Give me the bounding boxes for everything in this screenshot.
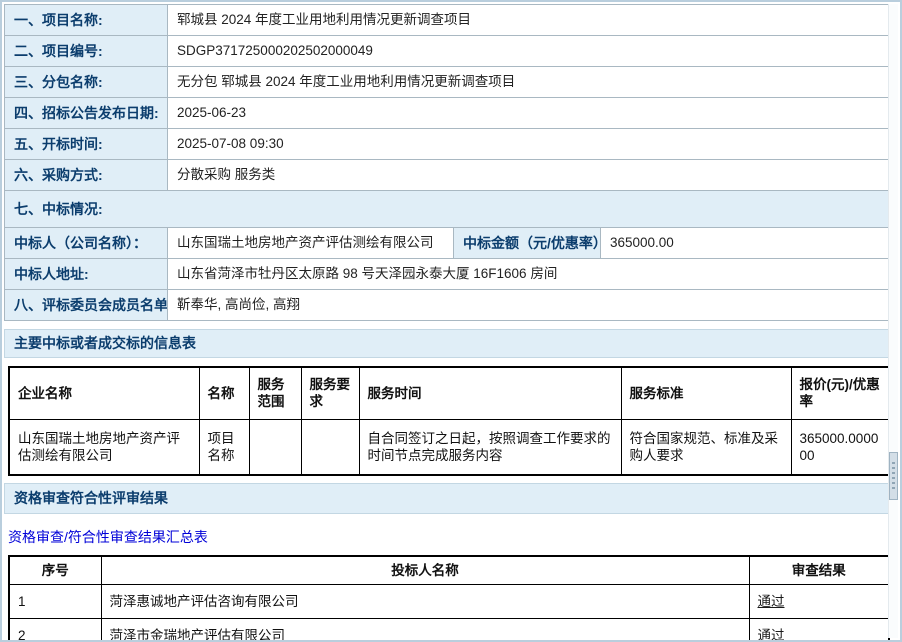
cell-bidder-name: 菏泽惠诚地产评估咨询有限公司 — [101, 585, 749, 619]
summary-link-row: 资格审查/符合性审查结果汇总表 — [8, 527, 890, 547]
field-value: 分散采购 服务类 — [168, 160, 890, 191]
column-header: 投标人名称 — [101, 556, 749, 585]
field-value: 2025-06-23 — [168, 98, 890, 129]
column-header: 服务范围 — [249, 367, 301, 419]
cell-review-result: 通过 — [749, 619, 889, 642]
column-header: 服务标准 — [621, 367, 791, 419]
field-label: 六、采购方式: — [5, 160, 168, 191]
qualification-result-table: 序号 投标人名称 审查结果 1 菏泽惠诚地产评估咨询有限公司 通过 2 菏泽市金… — [8, 555, 890, 642]
field-value: 365000.00 — [601, 228, 890, 259]
section-award-status-label: 七、中标情况: — [5, 191, 890, 228]
table-row: 六、采购方式: 分散采购 服务类 — [5, 160, 890, 191]
project-info-table: 一、项目名称: 郓城县 2024 年度工业用地利用情况更新调查项目 二、项目编号… — [4, 4, 890, 321]
cell-price: 365000.000000 — [791, 419, 889, 475]
field-value: 无分包 郓城县 2024 年度工业用地利用情况更新调查项目 — [168, 67, 890, 98]
vertical-scrollbar[interactable] — [888, 4, 898, 638]
scrollbar-thumb[interactable] — [889, 452, 898, 500]
field-label: 四、招标公告发布日期: — [5, 98, 168, 129]
field-value: 山东省菏泽市牡丹区太原路 98 号天泽园永泰大厦 16F1606 房间 — [168, 259, 890, 290]
field-value: 2025-07-08 09:30 — [168, 129, 890, 160]
field-value: 山东国瑞土地房地产资产评估测绘有限公司 — [168, 228, 454, 259]
table-row: 山东国瑞土地房地产资产评估测绘有限公司 项目名称 自合同签订之日起，按照调查工作… — [9, 419, 889, 475]
column-header: 企业名称 — [9, 367, 199, 419]
table-row-address: 中标人地址: 山东省菏泽市牡丹区太原路 98 号天泽园永泰大厦 16F1606 … — [5, 259, 890, 290]
table-row: 2 菏泽市金瑞地产评估有限公司 通过 — [9, 619, 889, 642]
field-label: 三、分包名称: — [5, 67, 168, 98]
field-value: 靳奉华, 高尚俭, 高翔 — [168, 290, 890, 321]
field-label: 八、评标委员会成员名单: — [5, 290, 168, 321]
table-row: 三、分包名称: 无分包 郓城县 2024 年度工业用地利用情况更新调查项目 — [5, 67, 890, 98]
field-label: 五、开标时间: — [5, 129, 168, 160]
table-row: 四、招标公告发布日期: 2025-06-23 — [5, 98, 890, 129]
review-result-link[interactable]: 通过 — [758, 594, 785, 609]
column-header: 服务要求 — [301, 367, 359, 419]
column-header: 名称 — [199, 367, 249, 419]
cell-company: 山东国瑞土地房地产资产评估测绘有限公司 — [9, 419, 199, 475]
column-header: 报价(元)/优惠率 — [791, 367, 889, 419]
field-label: 中标人（公司名称）： — [5, 228, 168, 259]
cell-service-requirement — [301, 419, 359, 475]
column-header: 服务时间 — [359, 367, 621, 419]
table-row: 二、项目编号: SDGP371725000202502000049 — [5, 36, 890, 67]
cell-index: 1 — [9, 585, 101, 619]
field-value: 郓城县 2024 年度工业用地利用情况更新调查项目 — [168, 5, 890, 36]
field-label: 一、项目名称: — [5, 5, 168, 36]
cell-name: 项目名称 — [199, 419, 249, 475]
section-title-qualification: 资格审查符合性评审结果 — [4, 483, 890, 514]
column-header: 序号 — [9, 556, 101, 585]
table-row-committee: 八、评标委员会成员名单: 靳奉华, 高尚俭, 高翔 — [5, 290, 890, 321]
review-result-link[interactable]: 通过 — [758, 628, 785, 642]
field-label: 中标人地址: — [5, 259, 168, 290]
cell-bidder-name: 菏泽市金瑞地产评估有限公司 — [101, 619, 749, 642]
column-header: 审查结果 — [749, 556, 889, 585]
section-title-award-info: 主要中标或者成交标的信息表 — [4, 329, 890, 358]
cell-review-result: 通过 — [749, 585, 889, 619]
table-header-row: 序号 投标人名称 审查结果 — [9, 556, 889, 585]
section-row-award-status: 七、中标情况: — [5, 191, 890, 228]
table-header-row: 企业名称 名称 服务范围 服务要求 服务时间 服务标准 报价(元)/优惠率 — [9, 367, 889, 419]
award-info-table: 企业名称 名称 服务范围 服务要求 服务时间 服务标准 报价(元)/优惠率 山东… — [8, 366, 890, 476]
bid-result-page: 一、项目名称: 郓城县 2024 年度工业用地利用情况更新调查项目 二、项目编号… — [0, 0, 902, 642]
table-row-winner: 中标人（公司名称）： 山东国瑞土地房地产资产评估测绘有限公司 中标金额（元/优惠… — [5, 228, 890, 259]
table-row: 一、项目名称: 郓城县 2024 年度工业用地利用情况更新调查项目 — [5, 5, 890, 36]
cell-service-time: 自合同签订之日起，按照调查工作要求的时间节点完成服务内容 — [359, 419, 621, 475]
field-label: 二、项目编号: — [5, 36, 168, 67]
qualification-summary-link[interactable]: 资格审查/符合性审查结果汇总表 — [8, 529, 208, 545]
cell-service-scope — [249, 419, 301, 475]
table-row: 1 菏泽惠诚地产评估咨询有限公司 通过 — [9, 585, 889, 619]
cell-index: 2 — [9, 619, 101, 642]
cell-service-standard: 符合国家规范、标准及采购人要求 — [621, 419, 791, 475]
field-value: SDGP371725000202502000049 — [168, 36, 890, 67]
table-row: 五、开标时间: 2025-07-08 09:30 — [5, 129, 890, 160]
page-content: 一、项目名称: 郓城县 2024 年度工业用地利用情况更新调查项目 二、项目编号… — [4, 4, 890, 642]
field-label: 中标金额（元/优惠率）： — [454, 228, 601, 259]
